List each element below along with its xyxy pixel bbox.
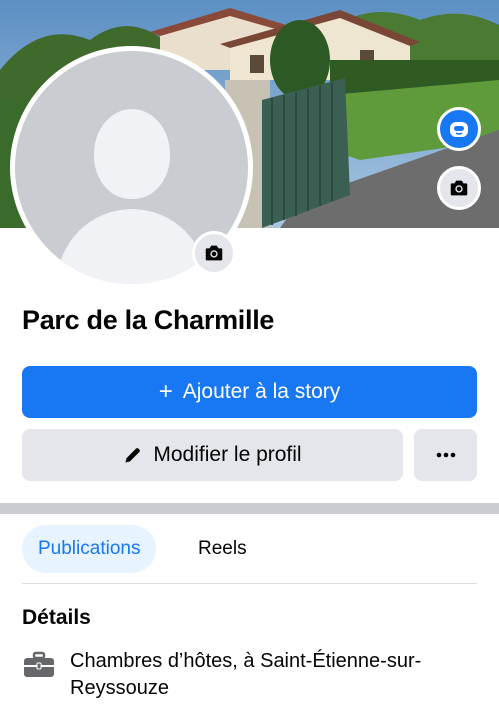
pencil-icon	[125, 448, 141, 463]
tab-reels[interactable]: Reels	[198, 525, 247, 573]
briefcase-icon	[24, 651, 54, 677]
detail-item: Chambres d’hôtes, à Saint-Étienne-sur-Re…	[22, 648, 482, 702]
avatar-icon	[450, 122, 468, 137]
tabs-divider	[22, 583, 477, 584]
plus-icon: +	[158, 378, 173, 405]
more-dots-icon	[436, 452, 455, 458]
edit-profile-picture-button[interactable]	[192, 231, 236, 275]
add-to-story-button[interactable]: + Ajouter à la story	[22, 366, 477, 418]
camera-icon	[205, 245, 223, 261]
page-title: Parc de la Charmille	[22, 305, 275, 335]
avatar-head-shape	[93, 109, 170, 199]
section-divider	[0, 503, 499, 514]
tab-publications[interactable]: Publications	[22, 525, 157, 573]
detail-text: Chambres d’hôtes, à Saint-Étienne-sur-Re…	[70, 650, 422, 699]
camera-icon	[450, 180, 468, 196]
edit-profile-label: Modifier le profil	[153, 443, 302, 466]
more-options-button[interactable]	[414, 429, 477, 481]
details-title: Détails	[22, 606, 91, 629]
add-to-story-label: Ajouter à la story	[182, 380, 341, 403]
edit-profile-button[interactable]: Modifier le profil	[22, 429, 403, 481]
avatar-button[interactable]	[437, 107, 481, 151]
avatar-body-shape	[56, 209, 207, 284]
edit-cover-button[interactable]	[437, 166, 481, 210]
